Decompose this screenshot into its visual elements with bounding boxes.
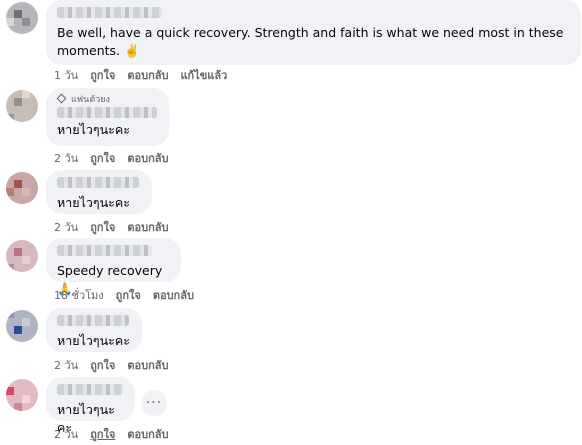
commenter-name[interactable] [57, 245, 152, 256]
comment-bubble: หายไวๆนะคะ [46, 308, 142, 352]
comment-actions: 18 ชั่วโมง ถูกใจ ตอบกลับ [54, 288, 194, 302]
diamond-icon [56, 93, 67, 104]
comment-item: หายไวๆนะคะ 2 วัน ถูกใจ ตอบกลับ [0, 170, 582, 240]
comment-item: แฟนตัวยง หายไวๆนะคะ 2 วัน ถูกใจ ตอบกลับ [0, 88, 582, 168]
reply-button[interactable]: ตอบกลับ [127, 66, 168, 84]
avatar[interactable] [6, 310, 38, 342]
like-button[interactable]: ถูกใจ [116, 286, 141, 304]
comment-actions: 2 วัน ถูกใจ ตอบกลับ [54, 151, 168, 165]
comment-time[interactable]: 2 วัน [54, 149, 78, 167]
comment-text: หายไวๆนะคะ [57, 333, 130, 348]
comment-text: หายไวๆนะคะ [57, 195, 130, 210]
comment-bubble: Be well, have a quick recovery. Strength… [46, 0, 581, 65]
avatar[interactable] [6, 2, 38, 34]
comment-item: หายไวๆนะคะ 2 วัน ถูกใจ ตอบกลับ [0, 308, 582, 378]
comment-bubble: แฟนตัวยง หายไวๆนะคะ [46, 88, 169, 146]
comment-item: Be well, have a quick recovery. Strength… [0, 0, 582, 90]
comment-bubble: Speedy recovery 🙏 [46, 238, 181, 296]
comment-bubble: หายไวๆนะคะ [46, 377, 135, 435]
comment-text: Be well, have a quick recovery. Strength… [57, 25, 564, 58]
avatar[interactable] [6, 90, 38, 122]
comment-actions: 2 วัน ถูกใจ ตอบกลับ [54, 427, 168, 441]
avatar[interactable] [6, 240, 38, 272]
reply-button[interactable]: ตอบกลับ [153, 286, 194, 304]
comment-time[interactable]: 2 วัน [54, 425, 78, 443]
reply-button[interactable]: ตอบกลับ [127, 425, 168, 443]
comment-time[interactable]: 2 วัน [54, 218, 78, 236]
edited-label[interactable]: แก้ไขแล้ว [180, 66, 227, 84]
comment-time[interactable]: 2 วัน [54, 356, 78, 374]
fan-badge: แฟนตัวยง [56, 93, 158, 105]
avatar[interactable] [6, 172, 38, 204]
more-options-icon[interactable]: ··· [141, 390, 167, 416]
avatar[interactable] [6, 379, 38, 411]
comment-actions: 1 วัน ถูกใจ ตอบกลับ แก้ไขแล้ว [54, 68, 227, 82]
comment-actions: 2 วัน ถูกใจ ตอบกลับ [54, 358, 168, 372]
comment-item: Speedy recovery 🙏 18 ชั่วโมง ถูกใจ ตอบกล… [0, 238, 582, 308]
commenter-name[interactable] [57, 107, 157, 118]
comment-bubble: หายไวๆนะคะ [46, 170, 152, 214]
reply-button[interactable]: ตอบกลับ [127, 218, 168, 236]
comment-actions: 2 วัน ถูกใจ ตอบกลับ [54, 220, 168, 234]
comment-text: หายไวๆนะคะ [57, 122, 130, 137]
like-button[interactable]: ถูกใจ [90, 149, 115, 167]
reply-button[interactable]: ตอบกลับ [127, 356, 168, 374]
comment-time[interactable]: 1 วัน [54, 66, 78, 84]
reply-button[interactable]: ตอบกลับ [127, 149, 168, 167]
commenter-name[interactable] [57, 315, 129, 326]
like-button[interactable]: ถูกใจ [90, 66, 115, 84]
fan-badge-label: แฟนตัวยง [71, 94, 110, 105]
commenter-name[interactable] [57, 7, 162, 18]
like-button[interactable]: ถูกใจ [90, 218, 115, 236]
commenter-name[interactable] [57, 177, 139, 188]
commenter-name[interactable] [57, 384, 123, 395]
comment-time[interactable]: 18 ชั่วโมง [54, 286, 104, 304]
like-button[interactable]: ถูกใจ [90, 425, 115, 443]
like-button[interactable]: ถูกใจ [90, 356, 115, 374]
comment-item: หายไวๆนะคะ ··· 2 วัน ถูกใจ ตอบกลับ [0, 377, 582, 445]
